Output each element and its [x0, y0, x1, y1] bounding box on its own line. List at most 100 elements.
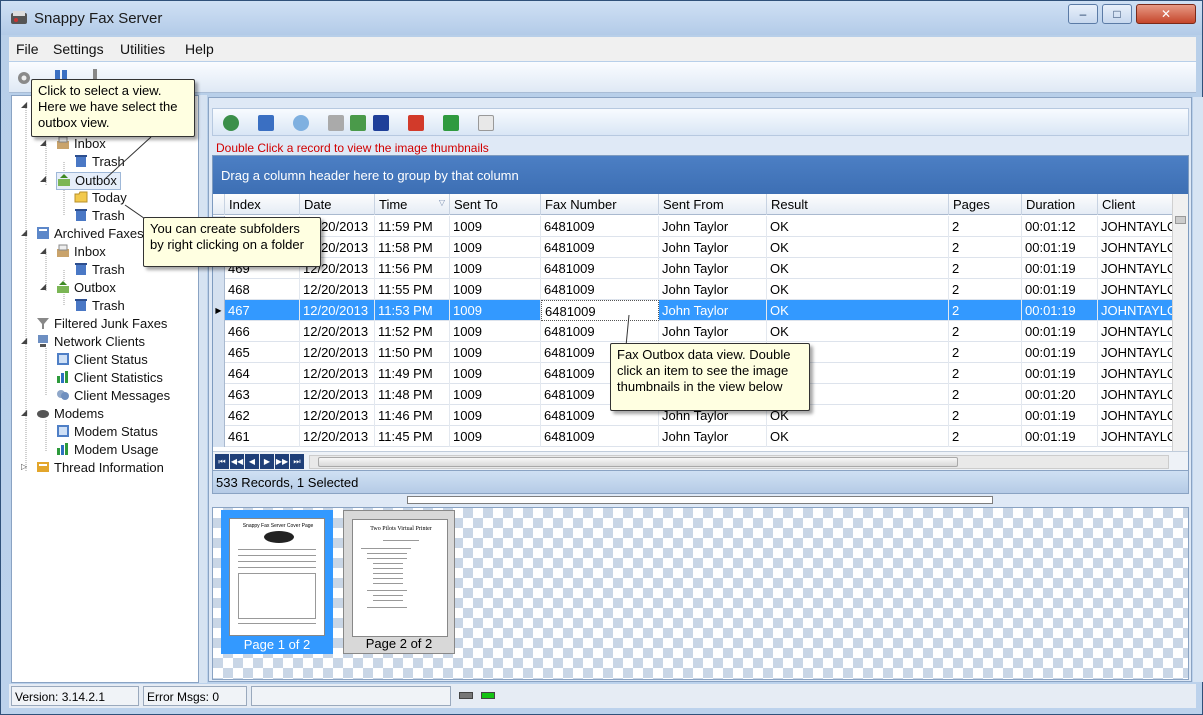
row-selector[interactable] — [213, 426, 225, 447]
cell-date[interactable]: 12/20/2013 — [300, 279, 375, 300]
cell-duration[interactable]: 00:01:19 — [1022, 405, 1098, 426]
network-share-icon[interactable] — [293, 115, 309, 131]
cell-duration[interactable]: 00:01:19 — [1022, 342, 1098, 363]
cell-time[interactable]: 11:53 PM — [375, 300, 450, 321]
thumbnail-size-selector[interactable] — [407, 496, 993, 504]
remove-icon[interactable] — [408, 115, 424, 131]
cell-client[interactable]: JOHNTAYLOR — [1098, 405, 1174, 426]
last-record-button[interactable]: ⏭ — [290, 454, 304, 469]
cell-sent-to[interactable]: 1009 — [450, 426, 541, 447]
row-selector[interactable]: ▶ — [213, 300, 225, 321]
cell-time[interactable]: 11:55 PM — [375, 279, 450, 300]
minimize-button[interactable]: – — [1068, 4, 1098, 24]
menu-settings[interactable]: Settings — [53, 41, 104, 57]
cell-sent-to[interactable]: 1009 — [450, 384, 541, 405]
thumbnail-page-1[interactable]: Snappy Fax Server Cover Page Page 1 of 2 — [221, 510, 333, 654]
cell-time[interactable]: 11:45 PM — [375, 426, 450, 447]
tree-item-inbox-trash[interactable]: Trash — [74, 154, 125, 172]
cell-sent-to[interactable]: 1009 — [450, 342, 541, 363]
cell-pages[interactable]: 2 — [949, 321, 1022, 342]
next-page-button[interactable]: ▶▶ — [275, 454, 289, 469]
cell-sent-to[interactable]: 1009 — [450, 300, 541, 321]
tree-item-client-status[interactable]: Client Status — [56, 352, 148, 370]
cell-result[interactable]: OK — [767, 321, 949, 342]
column-header-time[interactable]: Time ▽ — [375, 194, 450, 215]
tree-item-today[interactable]: Today — [74, 190, 127, 208]
cell-pages[interactable]: 2 — [949, 237, 1022, 258]
expand-archive-outbox-toggle[interactable]: ◢ — [40, 282, 46, 291]
tree-item-outbox[interactable]: Outbox — [56, 172, 121, 190]
tree-item-modem-usage[interactable]: Modem Usage — [56, 442, 159, 460]
cell-fax-number[interactable]: 6481009 — [541, 258, 659, 279]
cell-fax-number[interactable]: 6481009 — [541, 426, 659, 447]
tree-item-archived-faxes[interactable]: Archived Faxes — [36, 226, 144, 244]
cell-client[interactable]: JOHNTAYLOR — [1098, 342, 1174, 363]
cell-pages[interactable]: 2 — [949, 216, 1022, 237]
row-selector[interactable] — [213, 384, 225, 405]
print-icon[interactable] — [328, 115, 344, 131]
maximize-button[interactable]: □ — [1102, 4, 1132, 24]
expand-archive-toggle[interactable]: ◢ — [21, 228, 27, 237]
row-selector[interactable] — [213, 342, 225, 363]
cell-duration[interactable]: 00:01:19 — [1022, 258, 1098, 279]
cell-client[interactable]: JOHNTAYLOR — [1098, 363, 1174, 384]
tree-item-client-statistics[interactable]: Client Statistics — [56, 370, 163, 388]
column-header-result[interactable]: Result — [767, 194, 949, 215]
grid-vertical-scrollbar[interactable] — [1172, 194, 1188, 452]
cell-sent-to[interactable]: 1009 — [450, 405, 541, 426]
column-header-client[interactable]: Client — [1098, 194, 1174, 215]
cell-time[interactable]: 11:49 PM — [375, 363, 450, 384]
cell-duration[interactable]: 00:01:12 — [1022, 216, 1098, 237]
cell-fax-number[interactable]: 6481009 — [541, 321, 659, 342]
menu-utilities[interactable]: Utilities — [120, 41, 165, 57]
cell-sent-to[interactable]: 1009 — [450, 321, 541, 342]
cell-result[interactable]: OK — [767, 258, 949, 279]
column-header-sent-to[interactable]: Sent To — [450, 194, 541, 215]
cell-result[interactable]: OK — [767, 216, 949, 237]
cell-sent-from[interactable]: John Taylor — [659, 258, 767, 279]
cell-client[interactable]: JOHNTAYLOR — [1098, 384, 1174, 405]
table-row[interactable]: 469 12/20/2013 11:56 PM 1009 6481009 John Tay… — [213, 258, 1188, 279]
cell-client[interactable]: JOHNTAYLOR — [1098, 237, 1174, 258]
cell-duration[interactable]: 00:01:19 — [1022, 363, 1098, 384]
tree-item-archive-outbox-trash[interactable]: Trash — [74, 298, 125, 316]
horizontal-scroll-thumb[interactable] — [318, 457, 958, 467]
cell-time[interactable]: 11:59 PM — [375, 216, 450, 237]
tree-item-client-messages[interactable]: Client Messages — [56, 388, 170, 406]
cell-client[interactable]: JOHNTAYLOR — [1098, 216, 1174, 237]
cell-index[interactable]: 466 — [225, 321, 300, 342]
cell-index[interactable]: 464 — [225, 363, 300, 384]
cell-date[interactable]: 12/20/2013 — [300, 384, 375, 405]
group-by-bar[interactable]: Drag a column header here to group by th… — [213, 156, 1188, 194]
cell-result[interactable]: OK — [767, 300, 949, 321]
grid-horizontal-scrollbar[interactable] — [309, 455, 1169, 469]
row-selector[interactable] — [213, 321, 225, 342]
previous-page-button[interactable]: ◀◀ — [230, 454, 244, 469]
cell-index[interactable]: 467 — [225, 300, 300, 321]
cell-sent-to[interactable]: 1009 — [450, 237, 541, 258]
cell-index[interactable]: 463 — [225, 384, 300, 405]
cell-fax-number[interactable]: 6481009 — [541, 279, 659, 300]
table-row[interactable]: ▶ 467 12/20/2013 11:53 PM 1009 6481009 John Ta… — [213, 300, 1188, 321]
column-header-duration[interactable]: Duration — [1022, 194, 1098, 215]
cell-result[interactable]: OK — [767, 237, 949, 258]
tree-item-modem-status[interactable]: Modem Status — [56, 424, 158, 442]
cell-time[interactable]: 11:48 PM — [375, 384, 450, 405]
table-row[interactable]: 461 12/20/2013 11:45 PM 1009 6481009 John Tay… — [213, 426, 1188, 447]
cell-index[interactable]: 465 — [225, 342, 300, 363]
cell-client[interactable]: JOHNTAYLOR — [1098, 258, 1174, 279]
menu-help[interactable]: Help — [185, 41, 214, 57]
column-header-pages[interactable]: Pages — [949, 194, 1022, 215]
cell-date[interactable]: 12/20/2013 — [300, 405, 375, 426]
cell-date[interactable]: 12/20/2013 — [300, 321, 375, 342]
table-row[interactable]: 12/20/2013 11:58 PM 1009 6481009 John Taylor… — [213, 237, 1188, 258]
cell-sent-to[interactable]: 1009 — [450, 216, 541, 237]
cell-sent-from[interactable]: John Taylor — [659, 300, 767, 321]
tree-item-thread-information[interactable]: Thread Information — [36, 460, 164, 478]
tree-item-network-clients[interactable]: Network Clients — [36, 334, 145, 352]
tree-item-modems[interactable]: Modems — [36, 406, 104, 424]
row-selector[interactable] — [213, 279, 225, 300]
row-selector[interactable] — [213, 363, 225, 384]
table-row[interactable]: 468 12/20/2013 11:55 PM 1009 6481009 John Tay… — [213, 279, 1188, 300]
tree-item-filtered-junk[interactable]: Filtered Junk Faxes — [36, 316, 167, 334]
